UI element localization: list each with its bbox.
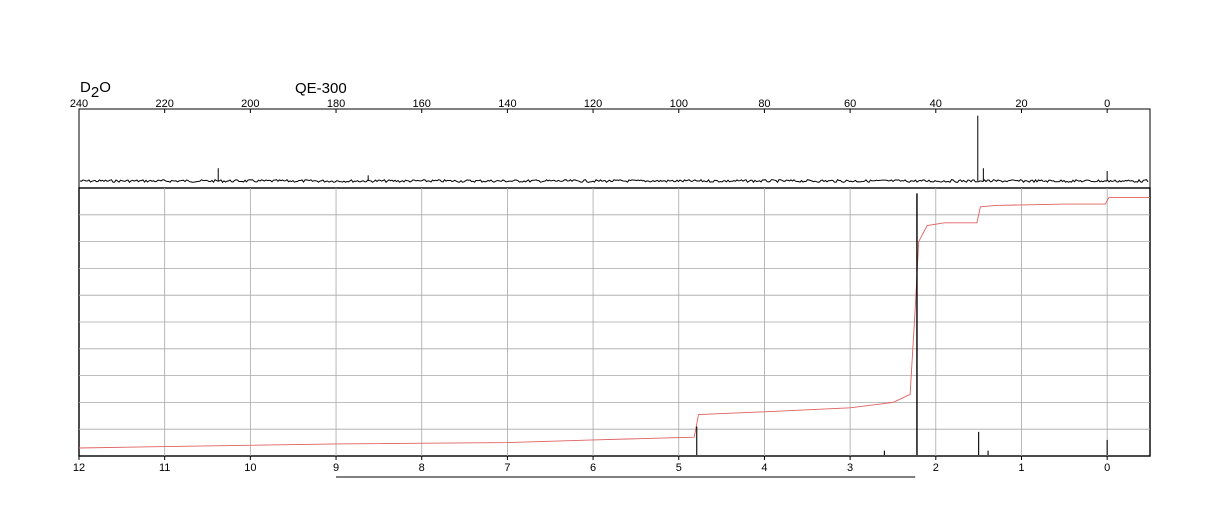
proton-tick-label: 4	[761, 462, 767, 474]
carbon-tick-label: 40	[930, 98, 942, 110]
carbon-tick-label: 180	[327, 98, 345, 110]
solvent-suffix: O	[99, 79, 111, 96]
carbon-tick-label: 120	[584, 98, 602, 110]
carbon-tick-label: 80	[758, 98, 770, 110]
carbon-tick-label: 140	[498, 98, 516, 110]
instrument-label: QE-300	[295, 80, 347, 97]
proton-tick-label: 5	[676, 462, 682, 474]
proton-tick-label: 12	[73, 462, 85, 474]
nmr-spectrum-figure: D2O QE-300 240 220 200 180 160 140 120 100 80 60 4…	[70, 79, 1151, 478]
proton-tick-label: 10	[244, 462, 256, 474]
carbon-tick-label: 240	[70, 98, 88, 110]
proton-tick-label: 2	[933, 462, 939, 474]
carbon-tick-label: 220	[156, 98, 174, 110]
proton-tick-label: 8	[419, 462, 425, 474]
proton-tick-labels: 12 11 10 9 8 7 6 5 4 3 2 1 0	[73, 456, 1110, 474]
proton-panel: 12 11 10 9 8 7 6 5 4 3 2 1 0	[73, 187, 1151, 478]
carbon-tick-labels: 240 220 200 180 160 140 120 100 80 60 40 20 0	[70, 98, 1110, 113]
carbon-peaks	[217, 115, 1108, 181]
proton-tick-label: 7	[504, 462, 510, 474]
carbon-frame	[78, 108, 1151, 189]
proton-tick-label: 9	[333, 462, 339, 474]
proton-peaks	[696, 193, 1108, 455]
solvent-subscript: 2	[91, 84, 99, 101]
proton-tick-label: 0	[1104, 462, 1110, 474]
proton-tick-label: 3	[847, 462, 853, 474]
proton-tick-label: 1	[1018, 462, 1024, 474]
carbon-tick-label: 60	[844, 98, 856, 110]
carbon-tick-label: 160	[413, 98, 431, 110]
carbon-tick-label: 200	[241, 98, 259, 110]
carbon-tick-label: 0	[1104, 98, 1110, 110]
carbon-tick-label: 20	[1015, 98, 1027, 110]
carbon-tick-label: 100	[670, 98, 688, 110]
carbon-baseline-noise	[79, 178, 1149, 184]
solvent-base: D	[80, 79, 91, 96]
proton-grid	[79, 188, 1150, 456]
carbon-panel: 240 220 200 180 160 140 120 100 80 60 40 20 0	[70, 98, 1151, 189]
proton-tick-label: 11	[159, 462, 170, 474]
proton-tick-label: 6	[590, 462, 596, 474]
integral-curve	[78, 196, 1150, 449]
